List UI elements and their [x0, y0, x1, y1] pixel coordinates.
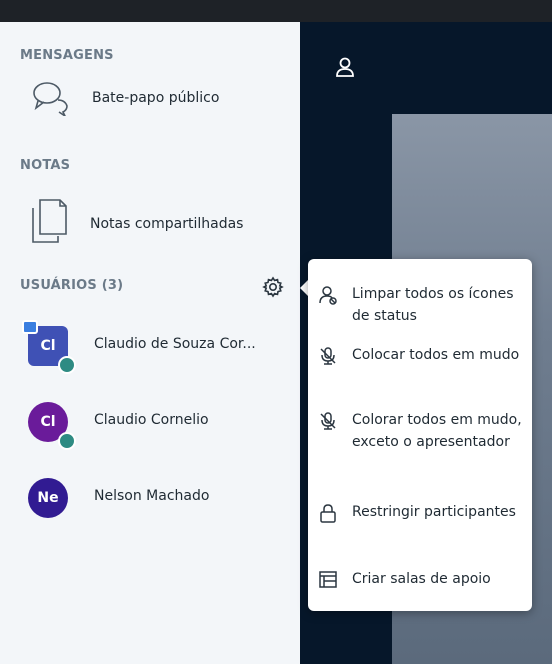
user-list-item[interactable]: Cl Claudio de Souza Cor...: [0, 320, 300, 380]
user-list-toggle-icon[interactable]: [334, 56, 356, 82]
public-chat-item[interactable]: Bate-papo público: [0, 74, 300, 122]
avatar-initials: Ne: [37, 490, 59, 506]
user-list-item[interactable]: Cl Claudio Cornelio: [0, 396, 300, 456]
lock-icon: [318, 503, 338, 523]
public-chat-label: Bate-papo público: [92, 90, 220, 106]
menu-item-clear-status[interactable]: Limpar todos os ícones de status: [308, 283, 532, 331]
menu-item-label: Limpar todos os ícones de status: [352, 286, 514, 324]
user-name: Claudio de Souza Cor...: [94, 336, 256, 352]
avatar-initials: Cl: [40, 414, 56, 430]
menu-item-label: Restringir participantes: [352, 504, 516, 520]
notes-document-icon: [30, 198, 68, 248]
menu-item-breakout-rooms[interactable]: Criar salas de apoio: [308, 568, 532, 594]
status-clock-icon: [58, 432, 76, 450]
chat-bubbles-icon: [32, 80, 74, 120]
mute-icon: [318, 346, 338, 366]
users-section-title: USUÁRIOS (3): [20, 278, 124, 293]
breakout-rooms-icon: [318, 570, 338, 590]
user-options-menu: Limpar todos os ícones de status Colocar…: [308, 259, 532, 611]
top-bar: [0, 0, 552, 22]
notes-section-title: NOTAS: [20, 158, 71, 173]
mute-icon: [318, 411, 338, 431]
menu-item-label: Criar salas de apoio: [352, 571, 491, 587]
menu-item-label: Colocar todos em mudo: [352, 347, 520, 363]
avatar-initials: Cl: [40, 338, 56, 354]
user-options-gear-icon[interactable]: [262, 276, 284, 302]
status-clock-icon: [58, 356, 76, 374]
clear-status-icon: [318, 285, 338, 305]
shared-notes-item[interactable]: Notas compartilhadas: [0, 196, 300, 252]
messages-section-title: MENSAGENS: [20, 48, 114, 63]
user-list-item[interactable]: Ne Nelson Machado: [0, 474, 300, 534]
menu-item-lock-viewers[interactable]: Restringir participantes: [308, 501, 532, 549]
avatar: Ne: [28, 478, 68, 518]
menu-item-label: Colorar todos em mudo, exceto o apresent…: [352, 412, 522, 450]
menu-item-mute-all-except-presenter[interactable]: Colorar todos em mudo, exceto o apresent…: [308, 409, 532, 481]
menu-item-mute-all[interactable]: Colocar todos em mudo: [308, 344, 532, 392]
presenter-screen-icon: [22, 320, 38, 334]
user-name: Nelson Machado: [94, 488, 210, 504]
sidebar: MENSAGENS Bate-papo público NOTAS Notas …: [0, 22, 300, 664]
shared-notes-label: Notas compartilhadas: [90, 216, 244, 232]
user-name: Claudio Cornelio: [94, 412, 209, 428]
